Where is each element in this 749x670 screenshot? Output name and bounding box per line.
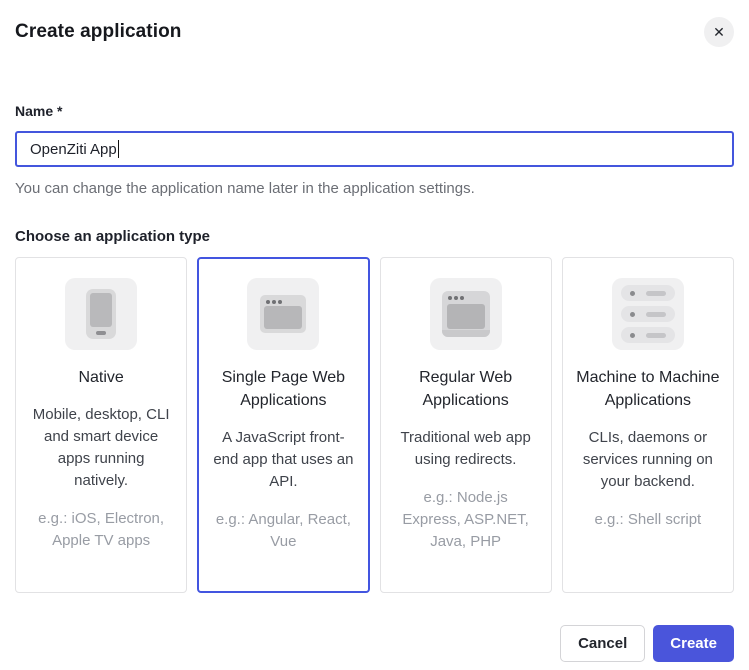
close-button[interactable]: ✕: [704, 17, 734, 47]
server-stack-icon: [612, 278, 684, 350]
card-title: Machine to Machine Applications: [576, 366, 720, 412]
card-example: e.g.: Angular, React, Vue: [211, 509, 355, 553]
card-title: Regular Web Applications: [394, 366, 538, 412]
card-description: Mobile, desktop, CLI and smart device ap…: [29, 404, 173, 492]
required-marker: *: [57, 103, 62, 119]
app-type-card-machine-to-machine[interactable]: Machine to Machine Applications CLIs, da…: [562, 257, 734, 593]
application-type-section: Choose an application type Native Mobile…: [15, 228, 734, 593]
text-caret: [118, 140, 119, 158]
name-helper-text: You can change the application name late…: [15, 180, 734, 197]
card-description: A JavaScript front-end app that uses an …: [211, 427, 355, 493]
name-input-value: OpenZiti App: [30, 141, 117, 158]
dialog-footer: Cancel Create: [15, 625, 734, 662]
card-description: Traditional web app using redirects.: [394, 427, 538, 471]
card-title: Single Page Web Applications: [211, 366, 355, 412]
name-label-text: Name: [15, 103, 53, 119]
create-application-dialog: Create application ✕ Name * OpenZiti App…: [0, 0, 749, 662]
card-title: Native: [29, 366, 173, 389]
name-field-group: Name * OpenZiti App You can change the a…: [15, 103, 734, 197]
dialog-header: Create application ✕: [15, 0, 734, 47]
card-description: CLIs, daemons or services running on you…: [576, 427, 720, 493]
browser-window-icon: [247, 278, 319, 350]
cancel-button[interactable]: Cancel: [560, 625, 645, 662]
card-example: e.g.: Node.js Express, ASP.NET, Java, PH…: [394, 487, 538, 553]
desktop-window-icon: [430, 278, 502, 350]
create-button[interactable]: Create: [653, 625, 734, 662]
app-type-card-regular-web[interactable]: Regular Web Applications Traditional web…: [380, 257, 552, 593]
name-input[interactable]: OpenZiti App: [15, 131, 734, 167]
phone-icon: [65, 278, 137, 350]
type-section-label: Choose an application type: [15, 228, 734, 245]
card-example: e.g.: iOS, Electron, Apple TV apps: [29, 508, 173, 552]
dialog-title: Create application: [15, 21, 182, 43]
card-example: e.g.: Shell script: [576, 509, 720, 531]
app-type-card-native[interactable]: Native Mobile, desktop, CLI and smart de…: [15, 257, 187, 593]
close-icon: ✕: [713, 24, 725, 41]
name-label: Name *: [15, 103, 734, 119]
app-type-card-spa[interactable]: Single Page Web Applications A JavaScrip…: [197, 257, 369, 593]
application-type-cards: Native Mobile, desktop, CLI and smart de…: [15, 257, 734, 593]
